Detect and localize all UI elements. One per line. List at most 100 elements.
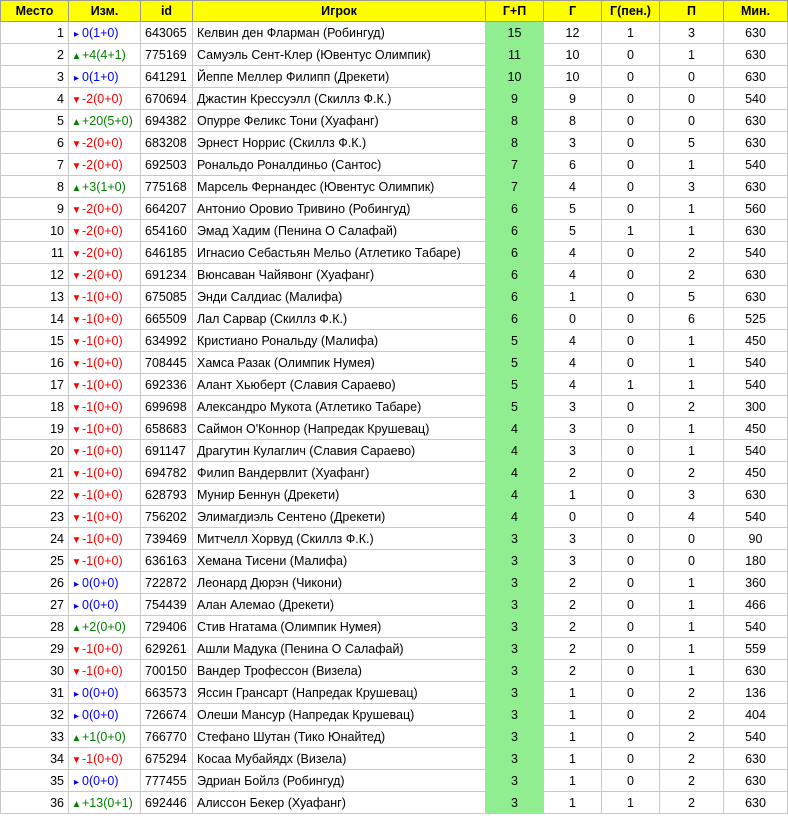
player-id-cell[interactable]: 692336 (140, 373, 193, 396)
penalty-goals-cell[interactable]: 0 (601, 659, 660, 682)
assists-cell[interactable]: 1 (659, 197, 724, 220)
penalty-goals-cell[interactable]: 0 (601, 483, 660, 506)
rank-cell[interactable]: 4 (0, 87, 69, 110)
player-id-cell[interactable]: 775169 (140, 43, 193, 66)
player-name-cell[interactable]: Эдриан Бойлз (Робингуд) (192, 769, 486, 792)
penalty-goals-cell[interactable]: 0 (601, 43, 660, 66)
player-id-cell[interactable]: 643065 (140, 21, 193, 44)
minutes-cell[interactable]: 560 (723, 197, 788, 220)
penalty-goals-cell[interactable]: 0 (601, 769, 660, 792)
rank-cell[interactable]: 14 (0, 307, 69, 330)
player-id-cell[interactable]: 646185 (140, 241, 193, 264)
minutes-cell[interactable]: 136 (723, 681, 788, 704)
rank-cell[interactable]: 29 (0, 637, 69, 660)
penalty-goals-cell[interactable]: 0 (601, 153, 660, 176)
player-id-cell[interactable]: 700150 (140, 659, 193, 682)
table-row[interactable]: 29 ▼-1(0+0) 629261 Ашли Мадука (Пенина О Са… (0, 637, 788, 660)
player-id-cell[interactable]: 665509 (140, 307, 193, 330)
minutes-cell[interactable]: 180 (723, 549, 788, 572)
penalty-goals-cell[interactable]: 1 (601, 373, 660, 396)
change-cell[interactable]: ▼-1(0+0) (68, 747, 141, 770)
player-id-cell[interactable]: 722872 (140, 571, 193, 594)
table-row[interactable]: 10 ▼-2(0+0) 654160 Эмад Хадим (Пенина О Сал… (0, 219, 788, 242)
change-cell[interactable]: ▼-1(0+0) (68, 461, 141, 484)
assists-cell[interactable]: 2 (659, 725, 724, 748)
minutes-cell[interactable]: 630 (723, 769, 788, 792)
assists-cell[interactable]: 2 (659, 395, 724, 418)
assists-cell[interactable]: 0 (659, 65, 724, 88)
minutes-cell[interactable]: 540 (723, 505, 788, 528)
change-cell[interactable]: ▼-1(0+0) (68, 549, 141, 572)
goals-plus-assists-cell[interactable]: 6 (485, 219, 544, 242)
rank-cell[interactable]: 1 (0, 21, 69, 44)
player-id-cell[interactable]: 636163 (140, 549, 193, 572)
player-id-cell[interactable]: 756202 (140, 505, 193, 528)
change-cell[interactable]: ▼-1(0+0) (68, 527, 141, 550)
player-id-cell[interactable]: 692446 (140, 791, 193, 814)
goals-plus-assists-cell[interactable]: 5 (485, 351, 544, 374)
penalty-goals-cell[interactable]: 0 (601, 505, 660, 528)
penalty-goals-cell[interactable]: 0 (601, 87, 660, 110)
goals-plus-assists-cell[interactable]: 7 (485, 175, 544, 198)
player-name-cell[interactable]: Косаа Мубайядх (Визела) (192, 747, 486, 770)
minutes-cell[interactable]: 630 (723, 131, 788, 154)
assists-cell[interactable]: 2 (659, 769, 724, 792)
minutes-cell[interactable]: 630 (723, 175, 788, 198)
header-penalty-goals[interactable]: Г(пен.) (601, 0, 660, 22)
assists-cell[interactable]: 6 (659, 307, 724, 330)
table-row[interactable]: 12 ▼-2(0+0) 691234 Вюнсаван Чайявонг (Хуафа… (0, 263, 788, 286)
goals-cell[interactable]: 10 (543, 43, 602, 66)
player-id-cell[interactable]: 654160 (140, 219, 193, 242)
header-minutes[interactable]: Мин. (723, 0, 788, 22)
assists-cell[interactable]: 2 (659, 241, 724, 264)
goals-cell[interactable]: 2 (543, 461, 602, 484)
goals-plus-assists-cell[interactable]: 4 (485, 505, 544, 528)
goals-cell[interactable]: 4 (543, 329, 602, 352)
player-name-cell[interactable]: Алант Хьюберт (Славия Сараево) (192, 373, 486, 396)
player-name-cell[interactable]: Антонио Оровио Тривино (Робингуд) (192, 197, 486, 220)
table-row[interactable]: 30 ▼-1(0+0) 700150 Вандер Трофессон (Визела… (0, 659, 788, 682)
goals-cell[interactable]: 1 (543, 725, 602, 748)
change-cell[interactable]: ▸ 0(1+0) (68, 65, 141, 88)
minutes-cell[interactable]: 630 (723, 659, 788, 682)
penalty-goals-cell[interactable]: 0 (601, 527, 660, 550)
minutes-cell[interactable]: 90 (723, 527, 788, 550)
change-cell[interactable]: ▸ 0(0+0) (68, 593, 141, 616)
player-name-cell[interactable]: Марсель Фернандес (Ювентус Олимпик) (192, 175, 486, 198)
rank-cell[interactable]: 36 (0, 791, 69, 814)
player-id-cell[interactable]: 694382 (140, 109, 193, 132)
minutes-cell[interactable]: 559 (723, 637, 788, 660)
rank-cell[interactable]: 8 (0, 175, 69, 198)
minutes-cell[interactable]: 404 (723, 703, 788, 726)
minutes-cell[interactable]: 360 (723, 571, 788, 594)
penalty-goals-cell[interactable]: 0 (601, 593, 660, 616)
header-goals-plus-assists[interactable]: Г+П (485, 0, 544, 22)
player-name-cell[interactable]: Эмад Хадим (Пенина О Салафай) (192, 219, 486, 242)
player-id-cell[interactable]: 766770 (140, 725, 193, 748)
player-name-cell[interactable]: Стефано Шутан (Тико Юнайтед) (192, 725, 486, 748)
player-name-cell[interactable]: Самуэль Сент-Клер (Ювентус Олимпик) (192, 43, 486, 66)
player-id-cell[interactable]: 628793 (140, 483, 193, 506)
goals-plus-assists-cell[interactable]: 6 (485, 307, 544, 330)
goals-cell[interactable]: 3 (543, 417, 602, 440)
table-row[interactable]: 13 ▼-1(0+0) 675085 Энди Салдиас (Малифа) 6 1 0… (0, 285, 788, 308)
change-cell[interactable]: ▸ 0(0+0) (68, 703, 141, 726)
table-row[interactable]: 23 ▼-1(0+0) 756202 Элимагдиэль Сентено (Дре… (0, 505, 788, 528)
penalty-goals-cell[interactable]: 0 (601, 747, 660, 770)
table-row[interactable]: 34 ▼-1(0+0) 675294 Косаа Мубайядх (Визела) 3… (0, 747, 788, 770)
player-id-cell[interactable]: 754439 (140, 593, 193, 616)
player-name-cell[interactable]: Леонард Дюрэн (Чикони) (192, 571, 486, 594)
player-name-cell[interactable]: Эрнест Норрис (Скиллз Ф.К.) (192, 131, 486, 154)
table-row[interactable]: 15 ▼-1(0+0) 634992 Кристиано Рональду (Мали… (0, 329, 788, 352)
table-row[interactable]: 1 ▸ 0(1+0) 643065 Келвин ден Фларман (Робинг… (0, 21, 788, 44)
change-cell[interactable]: ▼-1(0+0) (68, 351, 141, 374)
penalty-goals-cell[interactable]: 0 (601, 307, 660, 330)
assists-cell[interactable]: 1 (659, 615, 724, 638)
penalty-goals-cell[interactable]: 0 (601, 549, 660, 572)
rank-cell[interactable]: 22 (0, 483, 69, 506)
minutes-cell[interactable]: 540 (723, 725, 788, 748)
table-row[interactable]: 9 ▼-2(0+0) 664207 Антонио Оровио Тривино (Р… (0, 197, 788, 220)
penalty-goals-cell[interactable]: 0 (601, 197, 660, 220)
assists-cell[interactable]: 1 (659, 43, 724, 66)
assists-cell[interactable]: 1 (659, 373, 724, 396)
